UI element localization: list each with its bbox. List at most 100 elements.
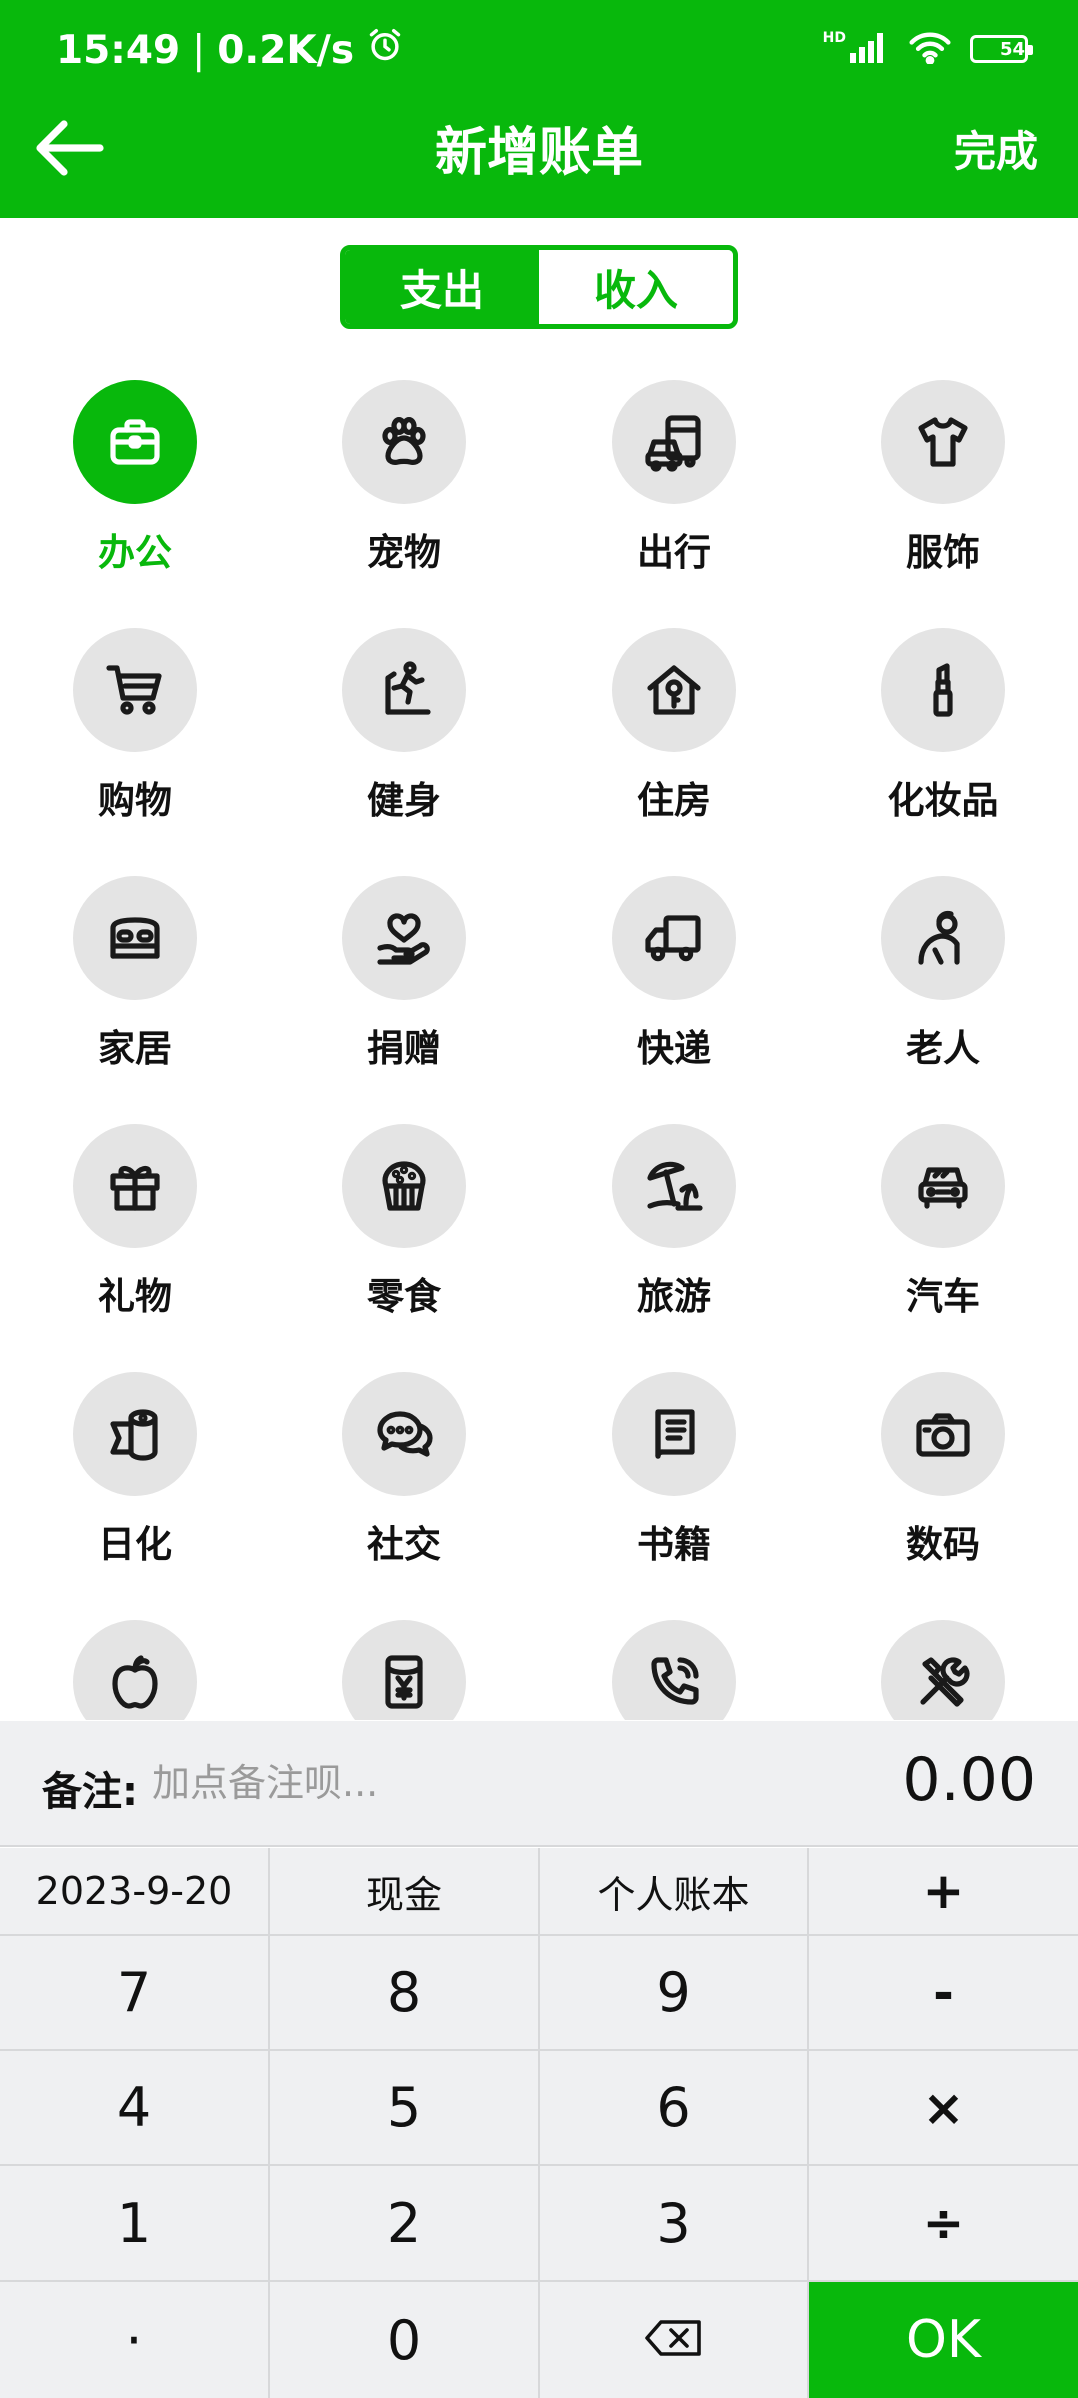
category-item-donation[interactable]: 捐赠 <box>269 876 539 1076</box>
digit-0-key[interactable]: 0 <box>270 2282 540 2398</box>
category-label: 捐赠 <box>367 1027 441 1070</box>
tab-expense[interactable]: 支出 <box>345 250 539 324</box>
category-item-social[interactable]: 社交 <box>269 1372 539 1572</box>
category-icon-wrap <box>73 628 197 752</box>
camera-icon <box>916 1413 970 1457</box>
category-icon-wrap <box>342 1372 466 1496</box>
category-item-gift[interactable]: 礼物 <box>0 1124 270 1324</box>
network-type: HD <box>822 30 846 46</box>
category-item-digital[interactable]: 数码 <box>808 1372 1078 1572</box>
category-label: 零食 <box>367 1275 441 1318</box>
category-icon-wrap <box>612 1124 736 1248</box>
digit-1-key[interactable]: 1 <box>0 2166 270 2282</box>
truck-icon <box>645 915 701 962</box>
tshirt-icon <box>918 417 968 467</box>
book-icon <box>655 1409 695 1459</box>
category-label: 日化 <box>98 1523 172 1566</box>
bus-car-icon <box>645 415 701 472</box>
status-divider: | <box>192 27 206 73</box>
digit-2-key[interactable]: 2 <box>270 2166 540 2282</box>
category-icon-wrap <box>612 380 736 504</box>
category-label: 社交 <box>367 1523 441 1566</box>
date-picker-button[interactable]: 2023-9-20 <box>0 1848 270 1936</box>
cupcake-icon <box>382 1161 426 1211</box>
category-item-housing[interactable]: 住房 <box>539 628 809 828</box>
remark-input[interactable] <box>152 1749 712 1817</box>
divide-key[interactable]: ÷ <box>809 2166 1078 2282</box>
category-icon-wrap <box>73 1372 197 1496</box>
tab-income[interactable]: 收入 <box>539 250 733 324</box>
gift-icon <box>110 1165 160 1211</box>
category-icon-wrap <box>73 380 197 504</box>
keypad: 2023-9-20 现金 个人账本 + 7 8 9 - 4 5 6 × 1 2 … <box>0 1848 1078 2398</box>
plus-key[interactable]: + <box>809 1848 1078 1936</box>
ok-button[interactable]: OK <box>809 2282 1078 2398</box>
category-item-travel[interactable]: 出行 <box>539 380 809 580</box>
lipstick-icon <box>933 663 953 717</box>
remark-label: 备注: <box>42 1769 138 1815</box>
battery-icon: 54 <box>970 35 1033 63</box>
category-label: 汽车 <box>906 1275 980 1318</box>
category-item-office[interactable]: 办公 <box>0 380 270 580</box>
apple-icon <box>112 1655 158 1709</box>
category-item-pet[interactable]: 宠物 <box>269 380 539 580</box>
category-label: 购物 <box>98 779 172 822</box>
category-item-express[interactable]: 快递 <box>539 876 809 1076</box>
digit-5-key[interactable]: 5 <box>270 2051 540 2166</box>
digit-8-key[interactable]: 8 <box>270 1936 540 2051</box>
app-header: 15:49 | 0.2K/s HD 54 新增账单 完成 <box>0 0 1078 218</box>
minus-key[interactable]: - <box>809 1936 1078 2051</box>
digit-6-key[interactable]: 6 <box>540 2051 809 2166</box>
category-icon-wrap <box>881 1372 1005 1496</box>
tools-icon <box>920 1657 970 1707</box>
category-item-daily-chemicals[interactable]: 日化 <box>0 1372 270 1572</box>
done-button[interactable]: 完成 <box>954 118 1038 179</box>
back-arrow-icon <box>34 118 106 182</box>
category-item-car[interactable]: 汽车 <box>808 1124 1078 1324</box>
back-button[interactable] <box>30 112 110 188</box>
heart-hand-icon <box>377 913 430 965</box>
category-item-phone[interactable] <box>539 1620 809 1720</box>
category-item-snacks[interactable]: 零食 <box>269 1124 539 1324</box>
category-icon-wrap <box>342 876 466 1000</box>
category-item-home[interactable]: 家居 <box>0 876 270 1076</box>
red-envelope-icon <box>385 1655 423 1709</box>
decimal-point-key[interactable]: · <box>0 2282 270 2398</box>
category-item-repair[interactable] <box>808 1620 1078 1720</box>
category-icon-wrap <box>612 1620 736 1720</box>
multiply-key[interactable]: × <box>809 2051 1078 2166</box>
digit-9-key[interactable]: 9 <box>540 1936 809 2051</box>
category-item-books[interactable]: 书籍 <box>539 1372 809 1572</box>
phone-icon <box>651 1657 699 1705</box>
car-icon <box>918 1167 968 1209</box>
category-icon-wrap <box>881 1620 1005 1720</box>
category-item-cosmetics[interactable]: 化妆品 <box>808 628 1078 828</box>
category-icon-wrap <box>342 1124 466 1248</box>
category-icon-wrap <box>342 628 466 752</box>
digit-3-key[interactable]: 3 <box>540 2166 809 2282</box>
account-button[interactable]: 现金 <box>270 1848 540 1936</box>
category-item-elderly[interactable]: 老人 <box>808 876 1078 1076</box>
category-item-fruit[interactable] <box>0 1620 270 1720</box>
battery-level: 54 <box>999 38 1025 60</box>
wifi-icon <box>908 30 952 68</box>
category-label: 数码 <box>906 1523 980 1566</box>
category-icon-wrap <box>73 1620 197 1720</box>
tissue-roll-icon <box>110 1409 158 1461</box>
elder-icon <box>918 910 960 965</box>
category-item-red-envelope[interactable] <box>269 1620 539 1720</box>
digit-4-key[interactable]: 4 <box>0 2051 270 2166</box>
status-right: HD 54 <box>822 30 1033 68</box>
category-item-shopping[interactable]: 购物 <box>0 628 270 828</box>
ledger-book-button[interactable]: 个人账本 <box>540 1848 809 1936</box>
status-time: 15:49 <box>56 27 181 73</box>
network-speed: 0.2K/s <box>217 27 355 73</box>
category-icon-wrap <box>612 628 736 752</box>
category-item-clothing[interactable]: 服饰 <box>808 380 1078 580</box>
category-item-tourism[interactable]: 旅游 <box>539 1124 809 1324</box>
backspace-key[interactable] <box>540 2282 809 2398</box>
category-item-fitness[interactable]: 健身 <box>269 628 539 828</box>
digit-7-key[interactable]: 7 <box>0 1936 270 2051</box>
bed-icon <box>110 917 160 959</box>
category-icon-wrap <box>881 380 1005 504</box>
